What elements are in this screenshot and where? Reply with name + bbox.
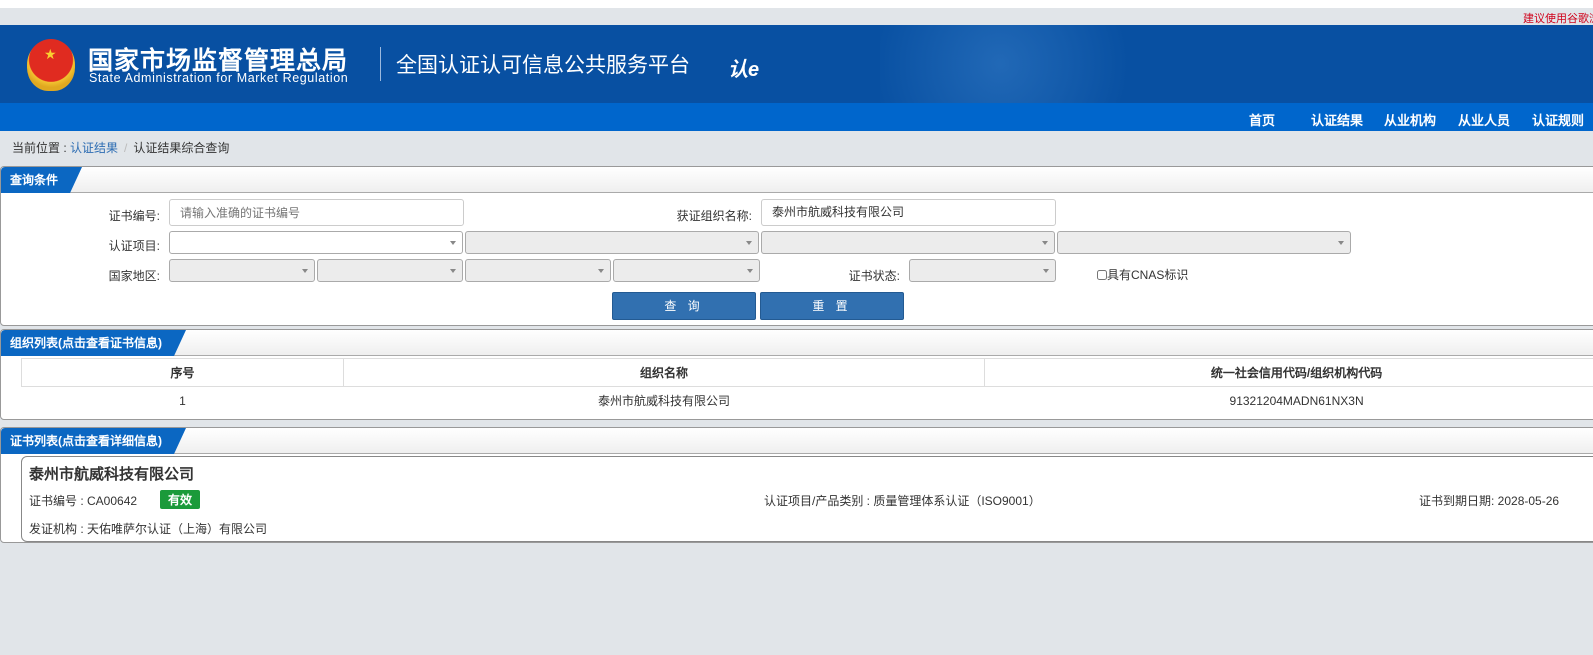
cert-org-name: 泰州市航威科技有限公司 — [29, 466, 195, 483]
breadcrumb-link[interactable]: 认证结果 — [70, 141, 118, 155]
project-label: 认证项目: — [108, 239, 160, 253]
region-label: 国家地区: — [108, 269, 160, 283]
project-select-1[interactable] — [169, 231, 463, 254]
cert-no: 证书编号 : CA00642 — [29, 494, 138, 508]
nav-home[interactable]: 首页 — [1249, 110, 1275, 129]
cert-no-label: 证书编号: — [108, 209, 160, 223]
cert-list-title: 证书列表(点击查看详细信息) — [1, 428, 186, 454]
org-list-title: 组织列表(点击查看证书信息) — [1, 330, 186, 356]
org-list-panel: 组织列表(点击查看证书信息) 序号 组织名称 统一社会信用代码/组织机构代码 1… — [0, 329, 1593, 420]
agency-name-en: State Administration for Market Regulati… — [89, 71, 349, 85]
query-panel: 查询条件 证书编号: 获证组织名称: 泰州市航威科技有限公司 认证项目: 国家地… — [0, 166, 1593, 326]
cnas-label: 具有CNAS标识 — [1107, 268, 1189, 282]
cell-index: 1 — [179, 393, 186, 408]
cert-card[interactable]: 泰州市航威科技有限公司 证书编号 : CA00642 有效 认证项目/产品类别 … — [21, 456, 1593, 542]
region-select-3[interactable] — [465, 259, 611, 282]
cert-expiry: 证书到期日期: 2028-05-26 — [1419, 494, 1560, 508]
project-select-2[interactable] — [465, 231, 759, 254]
reset-button[interactable]: 重 置 — [760, 292, 904, 320]
cert-issuer: 发证机构 : 天佑唯萨尔认证（上海）有限公司 — [29, 522, 268, 536]
search-button[interactable]: 查 询 — [612, 292, 756, 320]
col-org-name: 组织名称 — [342, 358, 986, 387]
breadcrumb: 当前位置 : 认证结果 / 认证结果综合查询 — [12, 141, 230, 155]
cell-credit-code: 91321204MADN61NX3N — [1229, 393, 1364, 408]
nav-rules[interactable]: 认证规则 — [1532, 110, 1584, 129]
cell-org-name[interactable]: 泰州市航威科技有限公司 — [343, 387, 984, 415]
national-emblem-icon: ★ — [27, 39, 75, 91]
status-select[interactable] — [909, 259, 1056, 282]
status-badge: 有效 — [160, 490, 201, 509]
query-panel-title: 查询条件 — [1, 167, 82, 193]
region-select-2[interactable] — [317, 259, 463, 282]
nav-cert-results[interactable]: 认证结果 — [1311, 110, 1363, 129]
main-nav: 首页 认证结果 从业机构 从业人员 认证规则 — [0, 103, 1593, 131]
site-header: ★ 国家市场监督管理总局 State Administration for Ma… — [0, 25, 1593, 103]
top-strip — [0, 0, 1593, 8]
cert-no-input[interactable] — [169, 199, 464, 226]
region-select-4[interactable] — [613, 259, 760, 282]
cnas-checkbox[interactable]: 具有CNAS标识 — [1097, 266, 1188, 283]
org-table: 序号 组织名称 统一社会信用代码/组织机构代码 1 泰州市航威科技有限公司 91… — [21, 358, 1593, 415]
cert-list-panel: 证书列表(点击查看详细信息) 泰州市航威科技有限公司 证书编号 : CA0064… — [0, 427, 1593, 543]
platform-title: 全国认证认可信息公共服务平台 — [396, 54, 690, 77]
breadcrumb-current: 认证结果综合查询 — [133, 141, 230, 155]
project-select-3[interactable] — [761, 231, 1055, 254]
org-name-input[interactable]: 泰州市航威科技有限公司 — [761, 199, 1056, 226]
table-row[interactable]: 1 泰州市航威科技有限公司 91321204MADN61NX3N — [22, 387, 1593, 415]
col-index: 序号 — [21, 358, 344, 387]
status-label: 证书状态: — [848, 269, 900, 283]
nav-personnel[interactable]: 从业人员 — [1458, 110, 1510, 129]
browser-tip: 建议使用谷歌浏览器 — [1523, 13, 1593, 25]
cnas-checkbox-input[interactable] — [1097, 270, 1107, 280]
table-header-row: 序号 组织名称 统一社会信用代码/组织机构代码 — [21, 358, 1593, 387]
project-select-4[interactable] — [1057, 231, 1351, 254]
header-divider — [380, 47, 381, 81]
org-name-label: 获证组织名称: — [676, 209, 752, 223]
renyun-logo: 认e — [728, 59, 760, 81]
breadcrumb-prefix: 当前位置 : — [12, 141, 67, 155]
cert-project: 认证项目/产品类别 : 质量管理体系认证（ISO9001） — [764, 494, 1041, 508]
nav-institutions[interactable]: 从业机构 — [1384, 110, 1436, 129]
col-credit-code: 统一社会信用代码/组织机构代码 — [984, 358, 1593, 387]
region-select-1[interactable] — [169, 259, 315, 282]
